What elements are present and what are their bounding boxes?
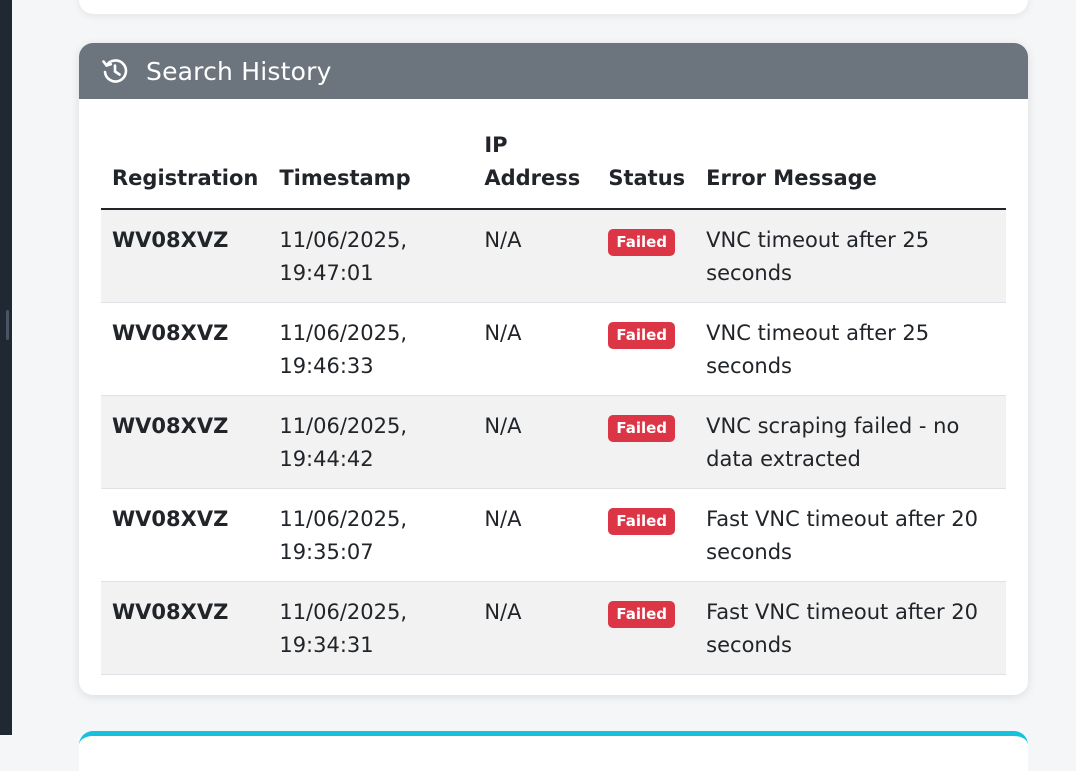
column-header-status[interactable]: Status (597, 129, 696, 210)
cell-registration: WV08XVZ (101, 302, 269, 396)
resize-handle[interactable] (6, 310, 9, 340)
cell-ip-address: N/A (473, 581, 598, 675)
previous-card (79, 0, 1028, 14)
cell-ip-address: N/A (473, 209, 598, 303)
cell-status: Failed (597, 581, 696, 675)
search-history-card: Search History Registration Timestamp IP… (79, 43, 1028, 695)
cell-error-message: VNC scraping failed - no data extracted (695, 395, 1006, 489)
next-card (79, 731, 1028, 771)
ip-header-line2: Address (484, 166, 581, 190)
cell-ip-address: N/A (473, 488, 598, 582)
cell-timestamp: 11/06/2025, 19:44:42 (268, 395, 474, 489)
cell-registration: WV08XVZ (101, 209, 269, 303)
column-header-error-message[interactable]: Error Message (695, 129, 1006, 210)
cell-error-message: Fast VNC timeout after 20 seconds (695, 488, 1006, 582)
card-title: Search History (146, 56, 332, 86)
cell-ip-address: N/A (473, 302, 598, 396)
cell-ip-address: N/A (473, 395, 598, 489)
cell-registration: WV08XVZ (101, 395, 269, 489)
cell-status: Failed (597, 395, 696, 489)
cell-status: Failed (597, 209, 696, 303)
cell-registration: WV08XVZ (101, 488, 269, 582)
table-row[interactable]: WV08XVZ 11/06/2025, 19:44:42 N/A Failed … (101, 395, 1006, 489)
table-row[interactable]: WV08XVZ 11/06/2025, 19:46:33 N/A Failed … (101, 302, 1006, 396)
cell-error-message: VNC timeout after 25 seconds (695, 302, 1006, 396)
table-header-row: Registration Timestamp IP Address Status … (101, 129, 1006, 210)
cell-status: Failed (597, 302, 696, 396)
status-badge: Failed (608, 415, 676, 442)
status-badge: Failed (608, 601, 676, 628)
history-icon (99, 55, 131, 87)
table-row[interactable]: WV08XVZ 11/06/2025, 19:47:01 N/A Failed … (101, 209, 1006, 303)
column-header-timestamp[interactable]: Timestamp (268, 129, 474, 210)
cell-timestamp: 11/06/2025, 19:46:33 (268, 302, 474, 396)
search-history-table-wrap: Registration Timestamp IP Address Status … (101, 129, 1006, 675)
cell-registration: WV08XVZ (101, 581, 269, 675)
status-badge: Failed (608, 322, 676, 349)
search-history-table: Registration Timestamp IP Address Status … (101, 129, 1006, 675)
cell-error-message: Fast VNC timeout after 20 seconds (695, 581, 1006, 675)
cell-status: Failed (597, 488, 696, 582)
ip-header-line1: IP (484, 133, 508, 157)
table-row[interactable]: WV08XVZ 11/06/2025, 19:35:07 N/A Failed … (101, 488, 1006, 582)
app-sidebar-edge (0, 0, 12, 735)
status-badge: Failed (608, 229, 676, 256)
column-header-ip-address[interactable]: IP Address (473, 129, 598, 210)
cell-timestamp: 11/06/2025, 19:34:31 (268, 581, 474, 675)
card-header: Search History (79, 43, 1028, 99)
status-badge: Failed (608, 508, 676, 535)
cell-error-message: VNC timeout after 25 seconds (695, 209, 1006, 303)
cell-timestamp: 11/06/2025, 19:35:07 (268, 488, 474, 582)
column-header-registration[interactable]: Registration (101, 129, 269, 210)
table-row[interactable]: WV08XVZ 11/06/2025, 19:34:31 N/A Failed … (101, 581, 1006, 675)
cell-timestamp: 11/06/2025, 19:47:01 (268, 209, 474, 303)
